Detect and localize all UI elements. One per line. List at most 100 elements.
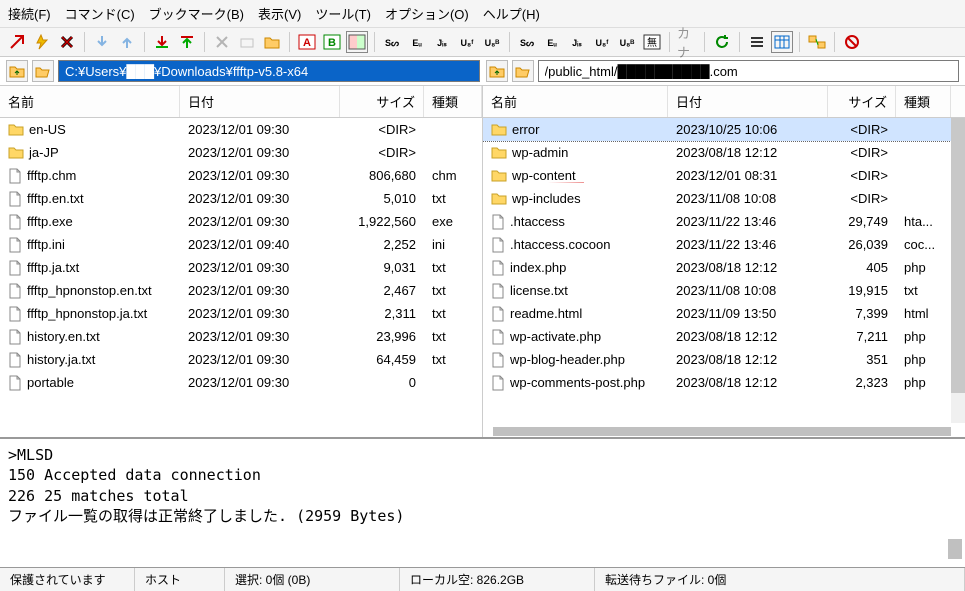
svg-text:Sᔕ: Sᔕ — [520, 38, 534, 48]
euc-host-icon[interactable]: Eᵤ — [541, 31, 563, 53]
file-row[interactable]: ja-JP2023/12/01 09:30<DIR> — [0, 141, 482, 164]
file-row[interactable]: license.txt2023/11/08 10:0819,915txt — [483, 279, 965, 302]
remote-path-input[interactable] — [538, 60, 960, 82]
file-row[interactable]: ffftp_hpnonstop.ja.txt2023/12/01 09:302,… — [0, 302, 482, 325]
mirror-download-icon[interactable] — [151, 31, 173, 53]
sjis-host-icon[interactable]: Sᔕ — [516, 31, 538, 53]
binary-mode-icon[interactable]: B — [321, 31, 343, 53]
remote-up-icon[interactable] — [486, 60, 508, 82]
menu-item[interactable]: ヘルプ(H) — [483, 4, 540, 23]
svg-text:無: 無 — [647, 36, 657, 49]
remote-open-icon[interactable] — [512, 60, 534, 82]
folder-icon — [491, 123, 507, 136]
status-host: ホスト — [135, 568, 225, 591]
local-up-icon[interactable] — [6, 60, 28, 82]
status-selection: 選択: 0個 (0B) — [225, 568, 400, 591]
remote-header[interactable]: 名前日付サイズ種類 — [483, 86, 965, 118]
log-line: ファイル一覧の取得は正常終了しました. (2959 Bytes) — [8, 506, 957, 526]
file-row[interactable]: wp-blog-header.php2023/08/18 12:12351php — [483, 348, 965, 371]
file-row[interactable]: ffftp.chm2023/12/01 09:30806,680chm — [0, 164, 482, 187]
log-pane: >MLSD150 Accepted data connection226 25 … — [0, 437, 965, 567]
delete-icon[interactable] — [211, 31, 233, 53]
file-row[interactable]: wp-comments-post.php2023/08/18 12:122,32… — [483, 371, 965, 394]
utf8-host-icon[interactable]: U₈ᶠ — [591, 31, 613, 53]
folder-icon — [491, 169, 507, 182]
svg-text:Jᵢₛ: Jᵢₛ — [437, 38, 447, 48]
disconnect-icon[interactable] — [56, 31, 78, 53]
sync-icon[interactable] — [806, 31, 828, 53]
toolbar: A B Sᔕ Eᵤ Jᵢₛ U₈ᶠ U₈ᴮ Sᔕ Eᵤ Jᵢₛ U₈ᶠ U₈ᴮ … — [0, 28, 965, 57]
file-row[interactable]: index.php2023/08/18 12:12405php — [483, 256, 965, 279]
file-row[interactable]: ffftp.exe2023/12/01 09:301,922,560exe — [0, 210, 482, 233]
svg-text:Jᵢₛ: Jᵢₛ — [572, 38, 582, 48]
list-icon[interactable] — [746, 31, 768, 53]
menu-item[interactable]: ブックマーク(B) — [149, 4, 244, 23]
folder-icon — [491, 146, 507, 159]
sjis-local-icon[interactable]: Sᔕ — [381, 31, 403, 53]
kana-icon[interactable]: カナ — [676, 31, 698, 53]
log-line: >MLSD — [8, 445, 957, 465]
file-icon — [8, 191, 22, 207]
svg-text:Eᵤ: Eᵤ — [412, 38, 422, 48]
local-header[interactable]: 名前日付サイズ種類 — [0, 86, 482, 118]
folder-icon — [8, 123, 24, 136]
local-open-icon[interactable] — [32, 60, 54, 82]
auto-mode-icon[interactable] — [346, 31, 368, 53]
file-row[interactable]: history.ja.txt2023/12/01 09:3064,459txt — [0, 348, 482, 371]
euc-local-icon[interactable]: Eᵤ — [406, 31, 428, 53]
scrollbar-vertical[interactable] — [951, 118, 965, 423]
file-icon — [491, 214, 505, 230]
file-row[interactable]: wp-includes2023/11/08 10:08<DIR> — [483, 187, 965, 210]
file-row[interactable]: ffftp.ja.txt2023/12/01 09:309,031txt — [0, 256, 482, 279]
download-icon[interactable] — [91, 31, 113, 53]
abort-icon[interactable] — [841, 31, 863, 53]
file-row[interactable]: ffftp.en.txt2023/12/01 09:305,010txt — [0, 187, 482, 210]
status-queue: 転送待ちファイル: 0個 — [595, 568, 965, 591]
log-scrollbar[interactable] — [948, 539, 962, 559]
menu-item[interactable]: オプション(O) — [385, 4, 469, 23]
jis-host-icon[interactable]: Jᵢₛ — [566, 31, 588, 53]
file-row[interactable]: portable2023/12/01 09:300 — [0, 371, 482, 394]
menu-bar: 接続(F) コマンド(C) ブックマーク(B) 表示(V) ツール(T) オプション(O)… — [0, 0, 965, 28]
file-row[interactable]: ffftp.ini2023/12/01 09:402,252ini — [0, 233, 482, 256]
local-pane: 名前日付サイズ種類 en-US2023/12/01 09:30<DIR>ja-J… — [0, 86, 483, 437]
quick-connect-icon[interactable] — [31, 31, 53, 53]
utf8-local-icon[interactable]: U₈ᶠ — [456, 31, 478, 53]
utf8b-host-icon[interactable]: U₈ᴮ — [616, 31, 638, 53]
scrollbar-horizontal[interactable] — [493, 427, 951, 436]
detail-icon[interactable] — [771, 31, 793, 53]
connect-icon[interactable] — [6, 31, 28, 53]
menu-item[interactable]: コマンド(C) — [65, 4, 135, 23]
refresh-icon[interactable] — [711, 31, 733, 53]
file-row[interactable]: ffftp_hpnonstop.en.txt2023/12/01 09:302,… — [0, 279, 482, 302]
remote-pane: 名前日付サイズ種類 error2023/10/25 10:06<DIR>wp-a… — [483, 86, 965, 437]
mirror-upload-icon[interactable] — [176, 31, 198, 53]
file-icon — [8, 260, 22, 276]
file-row[interactable]: wp-admin2023/08/18 12:12<DIR> — [483, 141, 965, 164]
file-icon — [8, 237, 22, 253]
menu-item[interactable]: 表示(V) — [258, 4, 301, 23]
file-row[interactable]: .htaccess.cocoon2023/11/22 13:4626,039co… — [483, 233, 965, 256]
none-kanji-icon[interactable]: 無 — [641, 31, 663, 53]
file-icon — [8, 375, 22, 391]
file-row[interactable]: wp-activate.php2023/08/18 12:127,211php — [483, 325, 965, 348]
file-row[interactable]: en-US2023/12/01 09:30<DIR> — [0, 118, 482, 141]
local-path-input[interactable] — [58, 60, 480, 82]
menu-item[interactable]: 接続(F) — [8, 4, 51, 23]
svg-text:Sᔕ: Sᔕ — [385, 38, 399, 48]
file-icon — [8, 168, 22, 184]
file-row[interactable]: readme.html2023/11/09 13:507,399html — [483, 302, 965, 325]
file-row[interactable]: wp-content2023/12/01 08:31<DIR> — [483, 164, 965, 187]
jis-local-icon[interactable]: Jᵢₛ — [431, 31, 453, 53]
mkdir-icon[interactable] — [261, 31, 283, 53]
file-row[interactable]: error2023/10/25 10:06<DIR> — [483, 118, 965, 141]
file-row[interactable]: history.en.txt2023/12/01 09:3023,996txt — [0, 325, 482, 348]
svg-text:U₈ᴮ: U₈ᴮ — [485, 38, 500, 48]
upload-icon[interactable] — [116, 31, 138, 53]
ascii-mode-icon[interactable]: A — [296, 31, 318, 53]
utf8b-local-icon[interactable]: U₈ᴮ — [481, 31, 503, 53]
file-icon — [491, 375, 505, 391]
menu-item[interactable]: ツール(T) — [315, 4, 371, 23]
file-row[interactable]: .htaccess2023/11/22 13:4629,749hta... — [483, 210, 965, 233]
rename-icon[interactable] — [236, 31, 258, 53]
